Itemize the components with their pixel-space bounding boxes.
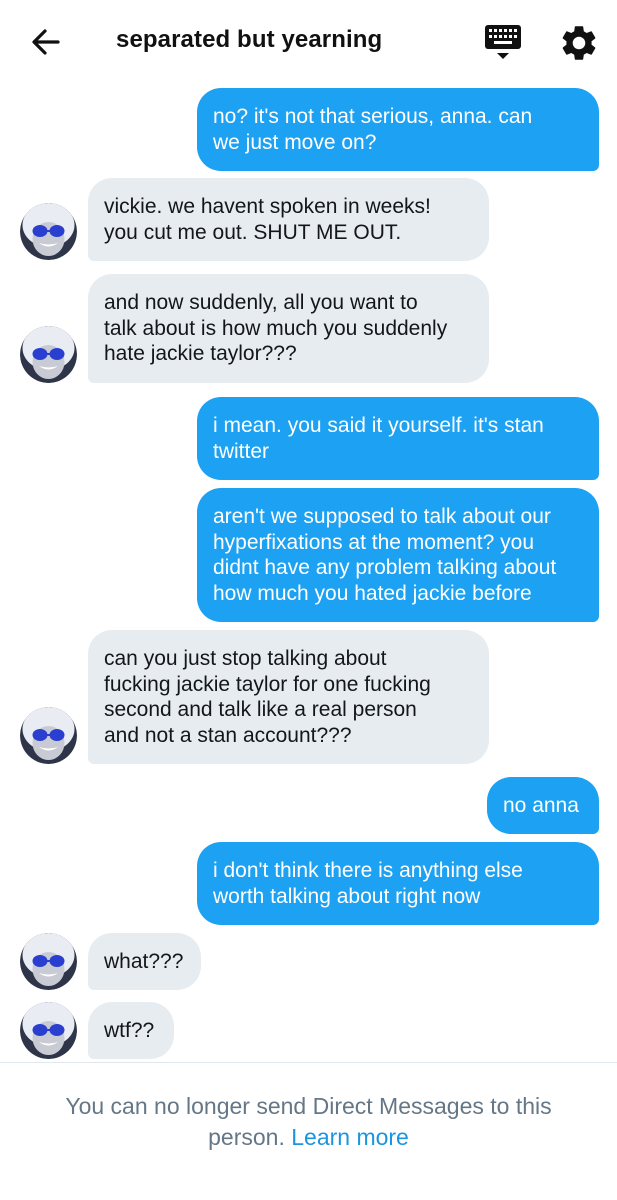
- notice-line-2: person.: [208, 1124, 285, 1150]
- avatar-image: [20, 707, 77, 764]
- back-button[interactable]: [26, 22, 66, 62]
- avatar[interactable]: [20, 1002, 77, 1059]
- avatar-image: [20, 203, 77, 260]
- message-bubble-outgoing[interactable]: i don't think there is anything else wor…: [197, 842, 599, 925]
- avatar-image: [20, 1002, 77, 1059]
- learn-more-link[interactable]: Learn more: [291, 1124, 409, 1150]
- avatar[interactable]: [20, 933, 77, 990]
- settings-button[interactable]: [558, 22, 600, 64]
- dm-disabled-footer: You can no longer send Direct Messages t…: [0, 1063, 617, 1200]
- avatar-image: [20, 326, 77, 383]
- message-bubble-outgoing[interactable]: aren't we supposed to talk about our hyp…: [197, 488, 599, 622]
- avatar-image: [20, 933, 77, 990]
- message-bubble-incoming[interactable]: and now suddenly, all you want to talk a…: [88, 274, 489, 383]
- notice-line-1: You can no longer send Direct Messages t…: [65, 1093, 552, 1119]
- message-bubble-incoming[interactable]: what???: [88, 933, 201, 990]
- message-bubble-incoming[interactable]: wtf??: [88, 1002, 174, 1059]
- message-bubble-incoming[interactable]: vickie. we havent spoken in weeks! you c…: [88, 178, 489, 261]
- message-bubble-outgoing[interactable]: no anna: [487, 777, 599, 834]
- keyboard-button[interactable]: [483, 22, 523, 62]
- conversation-header: separated but yearning: [0, 0, 617, 84]
- message-bubble-outgoing[interactable]: no? it's not that serious, anna. can we …: [197, 88, 599, 171]
- avatar[interactable]: [20, 707, 77, 764]
- avatar[interactable]: [20, 326, 77, 383]
- message-bubble-outgoing[interactable]: i mean. you said it yourself. it's stan …: [197, 397, 599, 480]
- message-bubble-incoming[interactable]: can you just stop talking about fucking …: [88, 630, 489, 764]
- conversation-title: separated but yearning: [116, 26, 383, 53]
- arrow-left-icon: [32, 29, 60, 55]
- keyboard-icon: [485, 25, 521, 59]
- gear-icon: [562, 26, 596, 60]
- avatar[interactable]: [20, 203, 77, 260]
- dm-disabled-notice: You can no longer send Direct Messages t…: [0, 1091, 617, 1153]
